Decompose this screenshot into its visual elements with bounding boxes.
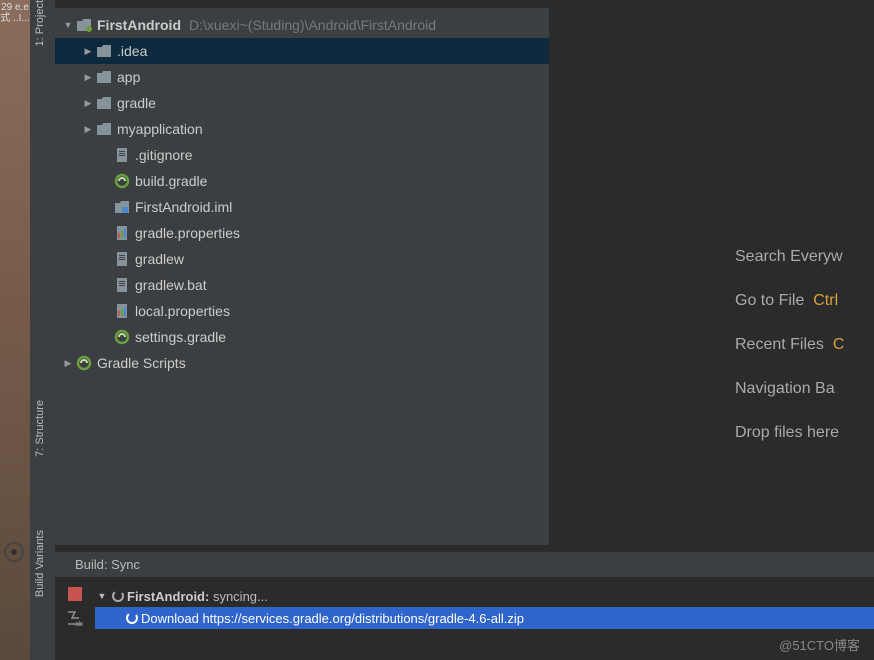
properties-icon — [113, 303, 131, 319]
shortcut-text: C — [833, 336, 845, 353]
svg-text:ab: ab — [75, 621, 83, 627]
tool-tab-build-variants[interactable]: Build Variants — [34, 530, 46, 597]
tree-item-local-properties[interactable]: local.properties — [55, 298, 549, 324]
tree-item-label: Gradle Scripts — [97, 355, 186, 371]
tree-item-label: gradle — [117, 95, 156, 111]
spinner-icon — [109, 589, 127, 603]
tree-item-idea[interactable]: ▶ .idea — [55, 38, 549, 64]
project-path: D:\xuexi~(Studing)\Android\FirstAndroid — [189, 17, 436, 33]
watermark-text: @51CTO博客 — [779, 635, 860, 654]
tree-item-label: myapplication — [117, 121, 203, 137]
expand-arrow-icon[interactable]: ▼ — [61, 20, 75, 30]
tree-item-label: app — [117, 69, 140, 85]
tree-item-gradlew-bat[interactable]: gradlew.bat — [55, 272, 549, 298]
module-icon — [113, 200, 131, 214]
tree-item-label: gradlew — [135, 251, 184, 267]
shortcut-text: Ctrl — [813, 292, 838, 309]
text-file-icon — [113, 277, 131, 293]
expand-arrow-icon[interactable]: ▶ — [61, 358, 75, 369]
gear-decoration — [2, 540, 26, 564]
download-url: https://services.gradle.org/distribution… — [202, 611, 524, 626]
expand-arrow-icon[interactable]: ▶ — [81, 124, 95, 135]
build-status: syncing... — [213, 589, 268, 604]
gradle-icon — [113, 173, 131, 189]
tip-drop-files: Drop files here — [735, 424, 844, 442]
folder-icon — [95, 70, 113, 84]
expand-arrow-icon[interactable]: ▶ — [81, 46, 95, 57]
tip-recent-files: Recent Files C — [735, 336, 844, 354]
tree-item-iml[interactable]: FirstAndroid.iml — [55, 194, 549, 220]
left-gutter: 29 e.e 式 ..I... 1: Project 7: Structure … — [0, 0, 55, 660]
tool-tab-structure[interactable]: 7: Structure — [34, 400, 46, 457]
tool-window-bar: 1: Project 7: Structure Build Variants — [30, 0, 55, 660]
tree-item-label: local.properties — [135, 303, 230, 319]
tip-search-everywhere: Search Everyw — [735, 248, 844, 266]
tip-goto-file: Go to File Ctrl — [735, 292, 844, 310]
gradle-icon — [113, 329, 131, 345]
tree-gradle-scripts[interactable]: ▶ Gradle Scripts — [55, 350, 549, 376]
build-download-row[interactable]: Download https://services.gradle.org/dis… — [95, 607, 874, 629]
properties-icon — [113, 225, 131, 241]
tree-item-label: .gitignore — [135, 147, 193, 163]
tree-item-gradle-properties[interactable]: gradle.properties — [55, 220, 549, 246]
build-toolbar: ab — [55, 577, 95, 660]
expand-arrow-icon[interactable]: ▶ — [81, 98, 95, 109]
build-tool-window: ab ▼ FirstAndroid: syncing... Download h… — [55, 577, 874, 660]
download-label: Download — [141, 611, 199, 626]
stop-build-button[interactable] — [68, 587, 82, 601]
text-file-icon — [113, 147, 131, 163]
tree-item-gradlew[interactable]: gradlew — [55, 246, 549, 272]
tree-item-label: .idea — [117, 43, 147, 59]
build-tool-window-header[interactable]: Build: Sync — [55, 551, 874, 577]
folder-icon — [95, 96, 113, 110]
folder-icon — [95, 44, 113, 58]
tree-item-app[interactable]: ▶ app — [55, 64, 549, 90]
project-tree[interactable]: ▼ FirstAndroid D:\xuexi~(Studing)\Androi… — [55, 8, 549, 376]
tool-tab-project[interactable]: 1: Project — [34, 0, 46, 46]
tree-item-label: gradlew.bat — [135, 277, 207, 293]
tree-item-gradle[interactable]: ▶ gradle — [55, 90, 549, 116]
editor-empty-state: Search Everyw Go to File Ctrl Recent Fil… — [550, 8, 874, 545]
spinner-icon — [123, 611, 141, 625]
tree-item-myapplication[interactable]: ▶ myapplication — [55, 116, 549, 142]
tree-item-label: build.gradle — [135, 173, 207, 189]
editor-tips: Search Everyw Go to File Ctrl Recent Fil… — [735, 248, 844, 468]
gutter-top-fragment: 29 e.e 式 ..I... — [0, 0, 30, 24]
expand-arrow-icon[interactable]: ▼ — [95, 591, 109, 601]
build-task-row[interactable]: ▼ FirstAndroid: syncing... — [95, 585, 874, 607]
project-name: FirstAndroid — [97, 17, 181, 33]
project-tool-window: ▼ FirstAndroid D:\xuexi~(Studing)\Androi… — [55, 8, 550, 545]
toggle-view-icon[interactable]: ab — [66, 609, 84, 627]
tree-root[interactable]: ▼ FirstAndroid D:\xuexi~(Studing)\Androi… — [55, 12, 549, 38]
tip-navigation-bar: Navigation Ba — [735, 380, 844, 398]
tree-item-build-gradle[interactable]: build.gradle — [55, 168, 549, 194]
folder-icon — [95, 122, 113, 136]
gradle-icon — [75, 355, 93, 371]
text-file-icon — [113, 251, 131, 267]
tree-item-label: settings.gradle — [135, 329, 226, 345]
tree-item-settings-gradle[interactable]: settings.gradle — [55, 324, 549, 350]
build-project-name: FirstAndroid: — [127, 589, 209, 604]
build-header-label: Build: Sync — [75, 557, 140, 572]
tree-item-label: FirstAndroid.iml — [135, 199, 232, 215]
tree-item-gitignore[interactable]: .gitignore — [55, 142, 549, 168]
build-output-tree[interactable]: ▼ FirstAndroid: syncing... Download http… — [95, 585, 874, 629]
module-folder-icon — [75, 18, 93, 32]
expand-arrow-icon[interactable]: ▶ — [81, 72, 95, 83]
tree-item-label: gradle.properties — [135, 225, 240, 241]
